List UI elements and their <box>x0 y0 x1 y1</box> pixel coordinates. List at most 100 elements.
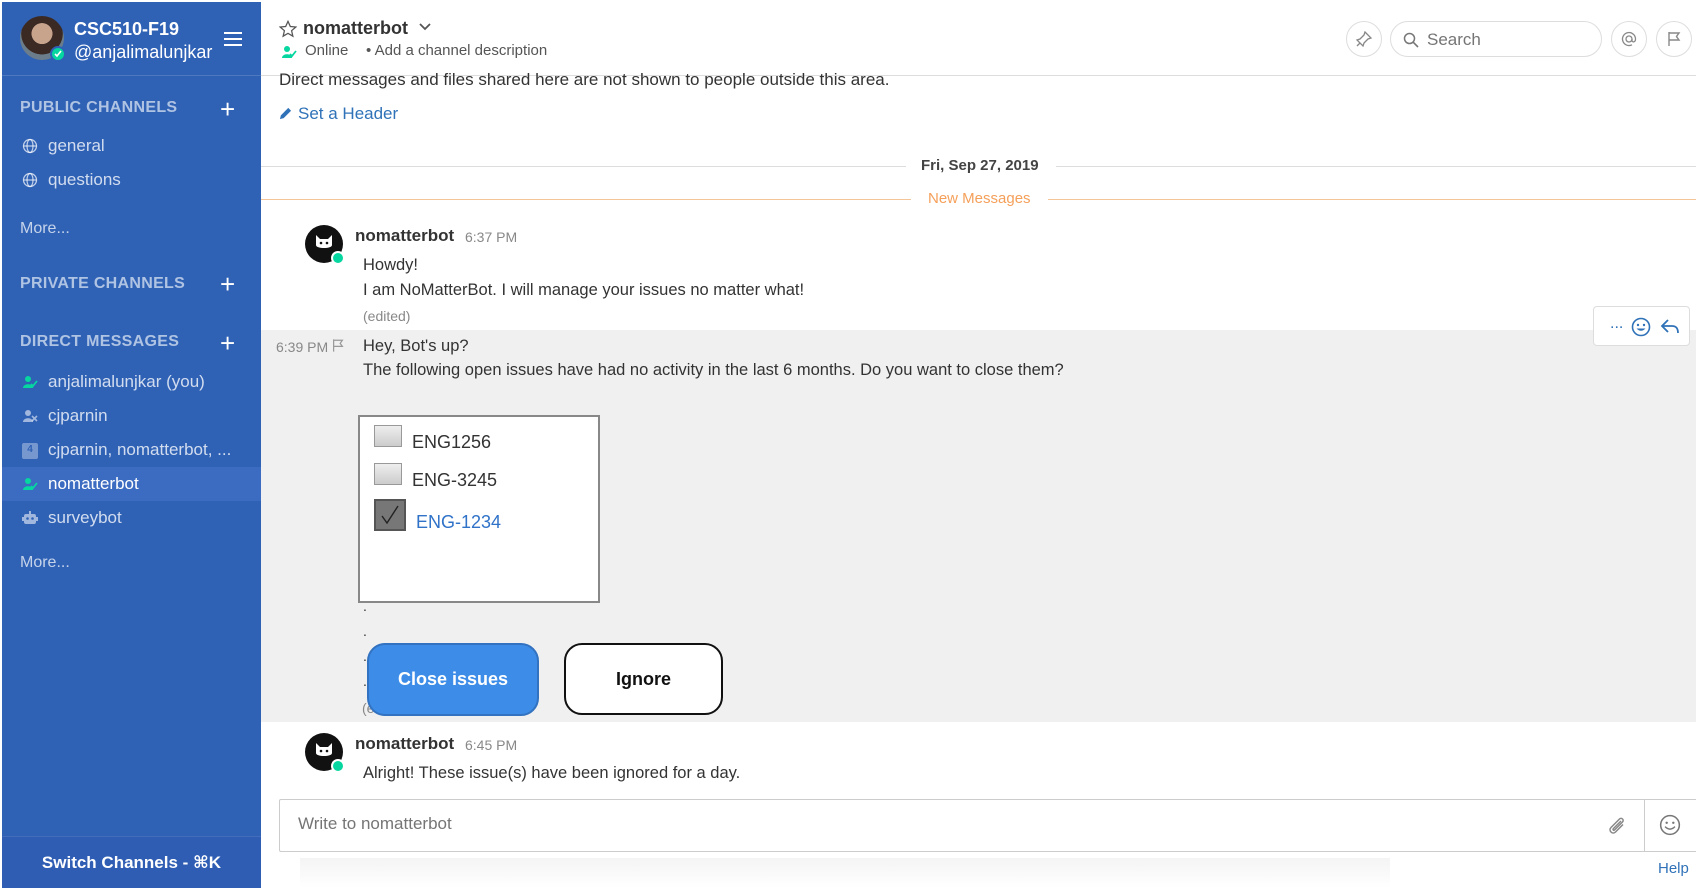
sidebar-item-questions[interactable]: questions <box>2 163 261 197</box>
new-messages-line <box>1048 199 1696 200</box>
message-text: I am NoMatterBot. I will manage your iss… <box>363 281 805 299</box>
issue-checkbox[interactable] <box>374 463 402 485</box>
set-header-label: Set a Header <box>298 104 399 123</box>
cat-logo-icon <box>316 743 332 756</box>
ignore-button[interactable]: Ignore <box>564 643 723 715</box>
online-user-icon <box>23 478 38 490</box>
sidebar-item-general[interactable]: general <box>2 129 261 163</box>
team-header[interactable]: CSC510-F19 @anjalimalunjkar <box>2 2 261 76</box>
sidebar-item-label: surveybot <box>48 508 122 527</box>
sidebar-item-label: general <box>48 136 105 155</box>
message-text: The following open issues have had no ac… <box>363 361 1064 379</box>
post-actions-bar: ... <box>1593 306 1690 346</box>
switch-channels-button[interactable]: Switch Channels - ⌘K <box>2 836 261 888</box>
dot-text: . <box>363 623 367 639</box>
sidebar-item-anjalimalunjkar[interactable]: anjalimalunjkar (you) <box>2 365 261 399</box>
online-status-icon <box>50 46 66 62</box>
channel-description-link[interactable]: • Add a channel description <box>366 42 547 59</box>
globe-icon <box>22 172 38 188</box>
dot-text: . <box>363 598 367 614</box>
issue-checkbox-checked[interactable] <box>374 499 406 531</box>
flag-icon[interactable] <box>331 338 345 353</box>
online-user-icon <box>282 46 297 58</box>
bot-avatar[interactable] <box>305 733 345 773</box>
sidebar-item-label: nomatterbot <box>48 474 139 493</box>
message-time[interactable]: 6:37 PM <box>465 229 517 245</box>
channel-intro-text: Direct messages and files shared here ar… <box>279 70 890 89</box>
message-input[interactable] <box>298 814 1598 834</box>
date-separator-line <box>261 166 906 167</box>
private-channels-title: PRIVATE CHANNELS <box>20 275 186 292</box>
channel-status: Online <box>305 42 349 59</box>
edited-indicator: (edited) <box>363 308 411 324</box>
checkmark-icon <box>381 505 399 525</box>
bot-avatar[interactable] <box>305 225 345 265</box>
help-link[interactable]: Help <box>1658 860 1689 877</box>
close-issues-button[interactable]: Close issues <box>367 643 539 716</box>
team-name: CSC510-F19 <box>74 19 180 39</box>
sidebar-item-label: cjparnin, nomatterbot, ... <box>48 440 232 459</box>
date-separator-line <box>1056 166 1696 167</box>
sidebar-item-cjparnin[interactable]: cjparnin <box>2 399 261 433</box>
pencil-icon <box>279 107 292 120</box>
date-separator: Fri, Sep 27, 2019 <box>921 157 1039 174</box>
star-icon[interactable] <box>279 20 297 38</box>
more-direct-messages-link[interactable]: More... <box>20 554 70 572</box>
message-text: Alright! These issue(s) have been ignore… <box>363 764 741 782</box>
flag-icon <box>1668 32 1681 46</box>
message-author[interactable]: nomatterbot <box>355 226 454 246</box>
more-actions-button[interactable]: ... <box>1610 315 1623 333</box>
message-time[interactable]: 6:45 PM <box>465 737 517 753</box>
cat-logo-icon <box>316 235 332 248</box>
pinned-posts-button[interactable] <box>1346 21 1382 57</box>
channel-header: nomatterbot Online • Add a channel descr… <box>261 0 1696 76</box>
issue-checkbox[interactable] <box>374 425 402 447</box>
group-count-icon: 4 <box>22 443 38 459</box>
recent-mentions-button[interactable] <box>1611 21 1647 57</box>
online-status-icon <box>331 251 345 265</box>
public-channels-title: PUBLIC CHANNELS <box>20 99 178 116</box>
issue-label[interactable]: ENG-3245 <box>412 470 497 491</box>
add-private-channel-button[interactable]: + <box>220 271 235 297</box>
search-input[interactable] <box>1427 30 1587 50</box>
composer-shadow <box>300 858 1390 888</box>
pin-icon <box>1356 31 1372 47</box>
online-status-icon <box>331 759 345 773</box>
emoji-reaction-icon[interactable] <box>1631 317 1651 337</box>
channel-name[interactable]: nomatterbot <box>303 18 408 39</box>
sidebar-item-label: anjalimalunjkar (you) <box>48 372 205 391</box>
set-header-link[interactable]: Set a Header <box>279 104 398 124</box>
reply-icon[interactable] <box>1660 317 1680 335</box>
flagged-posts-button[interactable] <box>1656 21 1692 57</box>
composer-divider <box>1644 800 1645 851</box>
sidebar-item-surveybot[interactable]: surveybot <box>2 501 261 535</box>
search-box[interactable] <box>1390 21 1602 57</box>
hamburger-menu-icon[interactable] <box>224 32 242 46</box>
sidebar: CSC510-F19 @anjalimalunjkar PUBLIC CHANN… <box>2 2 261 888</box>
more-public-channels-link[interactable]: More... <box>20 220 70 238</box>
online-user-icon <box>23 376 38 388</box>
direct-messages-title: DIRECT MESSAGES <box>20 333 180 350</box>
username: @anjalimalunjkar <box>74 42 213 62</box>
sidebar-item-group-dm[interactable]: 4 cjparnin, nomatterbot, ... <box>2 433 261 467</box>
issue-selection-card: ENG1256 ENG-3245 ENG-1234 <box>358 415 600 603</box>
globe-icon <box>22 138 38 154</box>
message-text: Howdy! <box>363 256 419 274</box>
paperclip-icon[interactable] <box>1606 815 1628 837</box>
message-text: Hey, Bot's up? <box>363 337 469 355</box>
message-author[interactable]: nomatterbot <box>355 734 454 754</box>
new-messages-separator: New Messages <box>928 190 1031 207</box>
new-messages-line <box>261 199 911 200</box>
sidebar-item-label: cjparnin <box>48 406 108 425</box>
issue-label[interactable]: ENG-1234 <box>416 512 501 533</box>
emoji-picker-icon[interactable] <box>1659 814 1681 836</box>
add-public-channel-button[interactable]: + <box>220 96 235 122</box>
message-time[interactable]: 6:39 PM <box>276 339 328 355</box>
sidebar-item-nomatterbot[interactable]: nomatterbot <box>2 467 261 501</box>
offline-user-icon <box>23 410 38 422</box>
chevron-down-icon[interactable] <box>418 22 432 32</box>
at-mention-icon <box>1621 31 1637 47</box>
search-icon <box>1403 32 1419 48</box>
add-direct-message-button[interactable]: + <box>220 330 235 356</box>
issue-label[interactable]: ENG1256 <box>412 432 491 453</box>
